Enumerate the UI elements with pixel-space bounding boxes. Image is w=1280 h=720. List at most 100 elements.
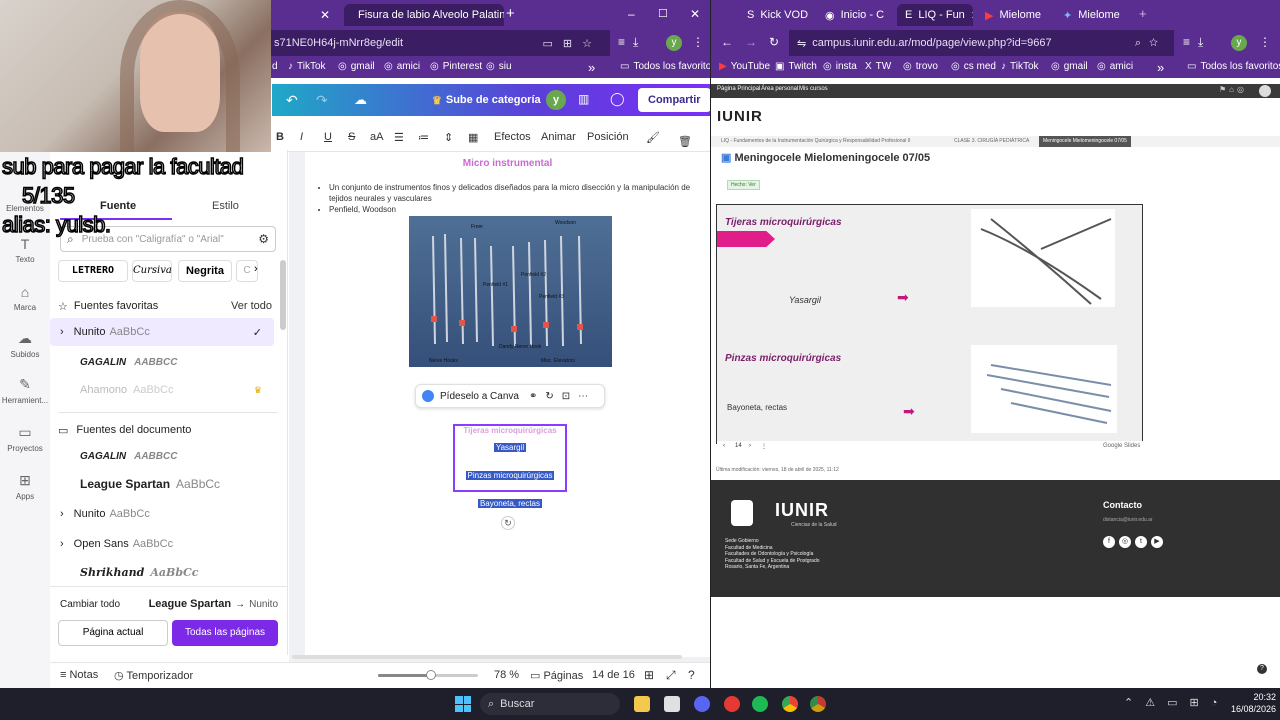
user-avatar[interactable]: [1259, 85, 1271, 97]
tab-mielome-1[interactable]: ▶ Mielome: [977, 4, 1055, 26]
italic-button[interactable]: I: [300, 131, 303, 143]
font-item-ahamono-favorite[interactable]: Ahamono AaBbCc ♛: [50, 376, 288, 404]
current-page-button[interactable]: Página actual: [58, 620, 168, 646]
undo-icon[interactable]: ↶: [286, 92, 298, 109]
breadcrumb-class[interactable]: CLASE 3. CIRUGÍA PEDIÁTRICA: [954, 138, 1029, 144]
slide-menu-icon[interactable]: ⋮: [761, 443, 767, 450]
case-button[interactable]: aA: [370, 131, 383, 143]
bookmarks-overflow[interactable]: »: [1157, 60, 1164, 75]
underline-button[interactable]: U: [324, 131, 332, 143]
tab-close-icon[interactable]: ✕: [320, 8, 330, 22]
chrome-icon[interactable]: [782, 696, 798, 712]
zoom-slider[interactable]: [378, 670, 478, 680]
bookmark-item[interactable]: d: [272, 61, 278, 72]
system-tray-icons[interactable]: ⌃⚠▭⊞◔: [1124, 696, 1229, 709]
lock-icon[interactable]: ⊡: [562, 391, 570, 402]
sidebar-item-text[interactable]: T Texto: [0, 236, 50, 264]
chart-icon[interactable]: ▥: [578, 92, 589, 106]
instruments-photo[interactable]: Freer Woodson Penfield #1 Penfield #2 Pe…: [409, 216, 612, 367]
store-icon[interactable]: [664, 696, 680, 712]
tab-mielome-2[interactable]: ✦ Mielome: [1055, 4, 1133, 26]
comment-icon[interactable]: ◯: [610, 91, 625, 107]
chip-letrero[interactable]: LETRERO: [58, 260, 128, 282]
spacing-icon[interactable]: ⇕: [444, 131, 453, 144]
bold-button[interactable]: B: [276, 131, 284, 143]
new-tab-button[interactable]: +: [1139, 6, 1147, 21]
taskbar-search[interactable]: ⌕ Buscar: [480, 693, 620, 715]
sidebar-item-projects[interactable]: ▭ Proyectos: [0, 424, 50, 453]
effects-button[interactable]: Efectos: [494, 131, 531, 143]
redo-icon[interactable]: ↷: [316, 92, 328, 109]
address-actions-icon[interactable]: ▭⊞☆: [543, 37, 602, 50]
font-item-league-spartan[interactable]: League Spartan AaBbCc: [50, 470, 288, 498]
filter-icon[interactable]: ⚙: [258, 232, 269, 246]
breadcrumb-course[interactable]: LIQ - Fundamentos de la Instrumentación …: [721, 138, 911, 144]
discord-icon[interactable]: [694, 696, 710, 712]
nav-my-courses[interactable]: Mis cursos: [799, 86, 828, 92]
zoom-slider-knob[interactable]: [426, 670, 436, 680]
tab-font[interactable]: Fuente: [100, 200, 136, 212]
bookmark-siu[interactable]: ◎ siu: [486, 61, 512, 72]
font-item-open-sans[interactable]: › Open Sans AaBbCc: [50, 530, 288, 558]
font-item-gagalin[interactable]: GAGALIN AABBCC: [50, 442, 288, 470]
notes-button[interactable]: ≡ Notas: [60, 669, 98, 681]
tab-inicio[interactable]: ◉ Inicio - C: [817, 4, 893, 26]
zoom-value[interactable]: 78 %: [494, 669, 519, 681]
tab-canva-document[interactable]: Fisura de labio Alveolo Palatina ✕: [344, 4, 504, 26]
nav-home[interactable]: Página Principal: [717, 86, 760, 92]
bookmark-trovo[interactable]: ◎ trovo: [903, 61, 938, 72]
bookmark-tiktok[interactable]: ♪ TikTok: [288, 61, 326, 72]
user-avatar[interactable]: y: [546, 90, 566, 110]
bookmark-gmail[interactable]: ◎ gmail: [1051, 61, 1088, 72]
chevron-right-icon[interactable]: ›: [254, 263, 258, 275]
menu-icon[interactable]: ⋮: [1259, 35, 1271, 49]
link-icon[interactable]: ⚭: [529, 391, 537, 402]
youtube-icon[interactable]: ▶: [1151, 536, 1163, 548]
animate-button[interactable]: Animar: [541, 131, 576, 143]
bookmark-amici[interactable]: ◎ amici: [384, 61, 420, 72]
extensions-icon[interactable]: ≡⤓: [618, 35, 646, 50]
clock-time[interactable]: 20:32: [1222, 692, 1276, 702]
bookmark-insta[interactable]: ◎ insta: [823, 61, 857, 72]
share-button[interactable]: Compartir: [638, 88, 710, 112]
spotify-icon[interactable]: [752, 696, 768, 712]
help-icon[interactable]: ?: [1257, 664, 1267, 674]
tab-kick[interactable]: S Kick VOD: [739, 4, 821, 26]
bookmark-pinterest[interactable]: ◎ Pinterest: [430, 61, 482, 72]
sidebar-item-tools[interactable]: ✎ Herramient...: [0, 376, 50, 405]
paint-format-icon[interactable]: 🖌: [646, 131, 660, 144]
help-icon[interactable]: ?: [688, 668, 695, 682]
profile-avatar[interactable]: y: [666, 35, 682, 51]
nav-personal-area[interactable]: Área personal: [761, 86, 798, 92]
menu-icon[interactable]: ⋮: [692, 35, 704, 49]
bookmark-tiktok[interactable]: ♪ TikTok: [1001, 61, 1039, 72]
reload-icon[interactable]: ↻: [769, 35, 779, 49]
chip-negrita[interactable]: Negrita: [178, 260, 232, 282]
bookmark-twitch[interactable]: ▣ Twitch: [775, 61, 817, 72]
sidebar-item-uploads[interactable]: ☁ Subidos: [0, 330, 50, 359]
bookmark-youtube[interactable]: ▶ YouTube: [719, 61, 770, 72]
sidebar-item-brand[interactable]: ⌂ Marca: [0, 284, 50, 312]
chrome-profile-icon[interactable]: [810, 696, 826, 712]
font-item-gagalin-favorite[interactable]: GAGALIN AABBCC: [50, 348, 288, 376]
facebook-icon[interactable]: f: [1103, 536, 1115, 548]
horizontal-scrollbar[interactable]: [292, 655, 682, 659]
bookmark-gmail[interactable]: ◎ gmail: [338, 61, 375, 72]
position-button[interactable]: Posición: [587, 131, 629, 143]
clock-date[interactable]: 16/08/2026: [1222, 704, 1276, 714]
extensions-icon[interactable]: ≡⤓: [1183, 35, 1211, 50]
grid-view-icon[interactable]: ⊞: [644, 668, 654, 682]
address-bar[interactable]: ⇋ campus.iunir.edu.ar/mod/page/view.php?i…: [789, 30, 1174, 56]
design-page[interactable]: Micro instrumental Un conjunto de instru…: [305, 152, 710, 657]
selected-text-box[interactable]: Tijeras microquirúrgicas Yasargil Pinzas…: [453, 424, 567, 508]
maximize-button[interactable]: ☐: [658, 7, 668, 20]
trash-icon[interactable]: 🗑: [678, 135, 692, 148]
bookmark-cs-med[interactable]: ◎ cs med: [951, 61, 996, 72]
font-item-nunito[interactable]: › Nunito AaBbCc: [50, 500, 288, 528]
see-all-link[interactable]: Ver todo: [231, 300, 272, 312]
back-icon[interactable]: ←: [721, 35, 733, 49]
ask-canva-button[interactable]: Pídeselo a Canva: [440, 391, 519, 402]
google-slides-link[interactable]: Google Slides: [1103, 443, 1140, 449]
tab-liq[interactable]: ELIQ - Fun✕: [897, 4, 973, 26]
font-item-nunito-favorite[interactable]: › Nunito AaBbCc ✓: [50, 318, 274, 346]
